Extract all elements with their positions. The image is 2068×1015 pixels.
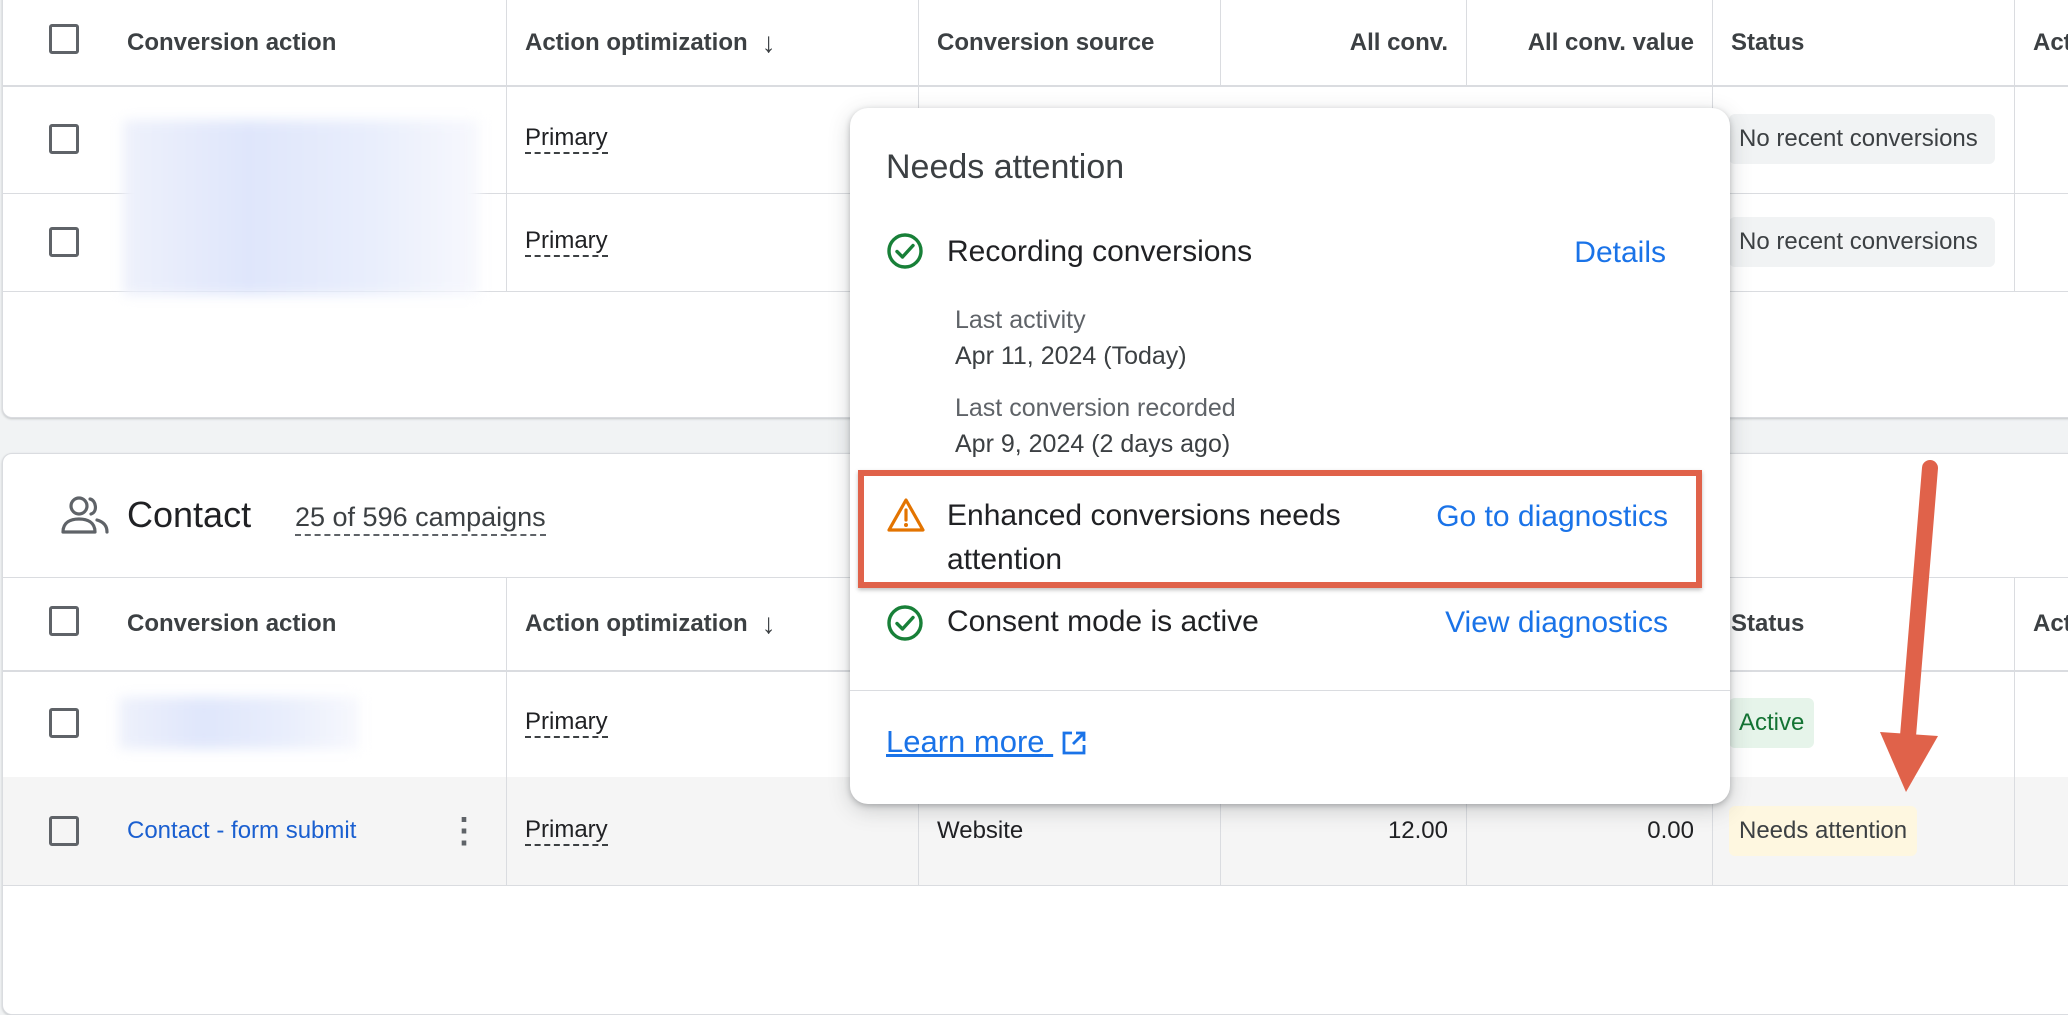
col-status[interactable]: Status — [1731, 578, 1804, 670]
external-link-icon — [1062, 731, 1086, 755]
more-vert-icon[interactable]: ⋮ — [447, 777, 481, 885]
col-action-optimization[interactable]: Action optimization ↓ — [525, 578, 776, 670]
redacted-conversion-name — [119, 697, 359, 749]
row-checkbox[interactable] — [49, 708, 79, 738]
table-header-row: Conversion action Action optimization ↓ C… — [3, 0, 2068, 87]
col-conversion-action[interactable]: Conversion action — [127, 0, 336, 85]
highlight-annotation-box — [858, 470, 1702, 588]
sort-arrow-icon[interactable]: ↓ — [762, 608, 776, 640]
section-title: Contact — [127, 494, 252, 535]
popup-title: Needs attention — [886, 148, 1125, 186]
status-badge-needs-attention[interactable]: Needs attention — [1729, 806, 1918, 856]
action-optimization-value[interactable]: Primary — [525, 227, 608, 257]
redacted-conversion-names — [123, 120, 479, 295]
check-circle-icon — [887, 605, 923, 641]
last-activity-value: Apr 11, 2024 (Today) — [955, 342, 1187, 370]
details-link[interactable]: Details — [1574, 236, 1666, 270]
select-all-checkbox[interactable] — [49, 606, 79, 636]
last-conversion-label: Last conversion recorded — [955, 394, 1236, 422]
annotation-arrow-icon — [1880, 460, 1938, 792]
row-checkbox[interactable] — [49, 124, 79, 154]
col-status[interactable]: Status — [1731, 0, 1804, 85]
last-conversion-value: Apr 9, 2024 (2 days ago) — [955, 430, 1231, 458]
people-icon — [61, 496, 109, 534]
conversion-action-link[interactable]: Contact - form submit — [127, 817, 356, 845]
consent-mode-label: Consent mode is active — [947, 605, 1259, 638]
recording-conversions-label: Recording conversions — [947, 235, 1253, 268]
col-actions[interactable]: Act — [2033, 578, 2068, 670]
view-diagnostics-link[interactable]: View diagnostics — [1445, 606, 1668, 640]
select-all-checkbox[interactable] — [49, 24, 79, 54]
col-action-optimization[interactable]: Action optimization ↓ — [525, 0, 776, 85]
status-badge: No recent conversions — [1729, 114, 1995, 164]
campaigns-count[interactable]: 25 of 596 campaigns — [295, 500, 546, 536]
col-all-conv-value[interactable]: All conv. value — [1466, 0, 1694, 85]
action-optimization-value[interactable]: Primary — [525, 124, 608, 154]
sort-arrow-icon[interactable]: ↓ — [762, 27, 776, 59]
check-circle-icon — [887, 233, 923, 269]
row-checkbox[interactable] — [49, 227, 79, 257]
action-optimization-value[interactable]: Primary — [525, 816, 608, 846]
col-actions[interactable]: Act — [2033, 0, 2068, 85]
last-activity-label: Last activity — [955, 306, 1086, 334]
col-conversion-action[interactable]: Conversion action — [127, 578, 336, 670]
action-optimization-value[interactable]: Primary — [525, 708, 608, 738]
learn-more-link[interactable]: Learn more — [886, 724, 1087, 760]
status-badge: No recent conversions — [1729, 217, 1995, 267]
col-conversion-source[interactable]: Conversion source — [937, 0, 1154, 85]
row-checkbox[interactable] — [49, 816, 79, 846]
col-all-conv[interactable]: All conv. — [1220, 0, 1448, 85]
status-details-popup: Needs attention Recording conversions De… — [850, 108, 1730, 804]
status-badge-active: Active — [1729, 698, 1815, 748]
popup-divider — [850, 690, 1730, 691]
